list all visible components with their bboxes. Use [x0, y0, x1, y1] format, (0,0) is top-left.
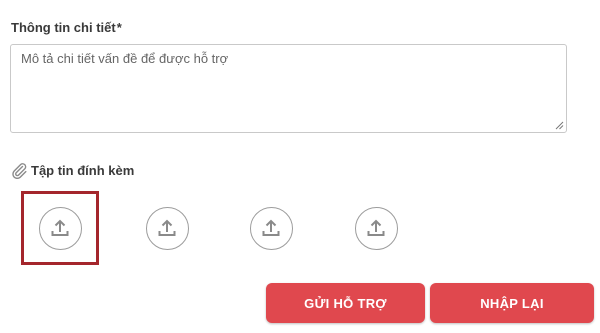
upload-slot-4[interactable]	[338, 192, 414, 264]
upload-slot-2[interactable]	[129, 192, 205, 264]
attachments-header: Tập tin đính kèm	[10, 161, 134, 179]
resize-handle-icon[interactable]	[555, 121, 564, 130]
upload-circle[interactable]	[38, 206, 82, 250]
required-marker: *	[116, 20, 122, 35]
upload-slot-3[interactable]	[233, 192, 309, 264]
detail-field-label: Thông tin chi tiết*	[11, 20, 122, 35]
upload-circle[interactable]	[145, 206, 189, 250]
upload-slot-1[interactable]	[21, 191, 99, 265]
upload-icon	[51, 219, 69, 236]
submit-support-button[interactable]: GỬI HỖ TRỢ	[266, 283, 425, 323]
upload-icon	[367, 219, 385, 236]
paperclip-icon	[12, 163, 27, 179]
reset-button[interactable]: NHẬP LẠI	[430, 283, 594, 323]
upload-icon	[262, 219, 280, 236]
detail-textarea-container	[10, 44, 567, 133]
attachments-label: Tập tin đính kèm	[31, 162, 135, 178]
detail-textarea[interactable]	[11, 45, 566, 132]
upload-circle[interactable]	[354, 206, 398, 250]
detail-label-text: Thông tin chi tiết	[11, 20, 116, 35]
upload-icon	[158, 219, 176, 236]
upload-circle[interactable]	[249, 206, 293, 250]
